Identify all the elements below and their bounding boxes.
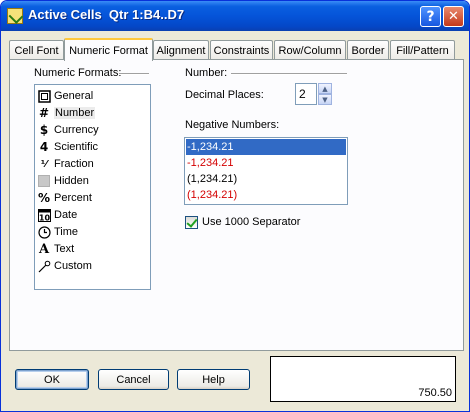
tab-row-column[interactable]: Row/Column	[274, 40, 346, 60]
format-item-time[interactable]: Time	[37, 224, 148, 240]
format-item-date[interactable]: 10 Date	[37, 207, 148, 223]
app-icon	[7, 8, 23, 24]
format-item-percent[interactable]: % Percent	[37, 190, 148, 206]
use-1000-separator-checkbox[interactable]	[185, 216, 198, 229]
cancel-button[interactable]: Cancel	[98, 369, 169, 390]
format-label: Percent	[54, 192, 92, 204]
format-label: Fraction	[54, 158, 94, 170]
format-item-currency[interactable]: $ Currency	[37, 122, 148, 138]
tab-numeric-format[interactable]: Numeric Format	[64, 38, 153, 61]
percent-icon: %	[37, 191, 51, 205]
format-label: Currency	[54, 124, 99, 136]
fraction-icon: ⅟	[40, 158, 48, 170]
format-label: Scientific	[54, 141, 99, 153]
format-item-general[interactable]: General	[37, 88, 148, 104]
negative-option[interactable]: (1,234.21)	[186, 187, 346, 203]
number-group-label: Number:	[185, 67, 228, 79]
numeric-formats-divider	[119, 73, 149, 75]
format-label: Text	[54, 243, 75, 255]
spin-down-icon[interactable]: ▼	[318, 94, 332, 105]
format-label: Date	[54, 209, 78, 221]
custom-icon	[37, 259, 51, 273]
negative-option[interactable]: (1,234.21)	[186, 171, 346, 187]
number-group-divider	[231, 73, 347, 75]
text-icon: A	[38, 241, 50, 257]
preview-value: 750.50	[418, 387, 452, 399]
active-cells-dialog: Active Cells Qtr 1:B4..D7 ? ✕ Cell Font …	[0, 0, 470, 412]
time-icon	[37, 225, 51, 239]
tab-fill-pattern[interactable]: Fill/Pattern	[390, 40, 455, 60]
decimal-places-input[interactable]: 2	[295, 83, 317, 105]
tab-constraints[interactable]: Constraints	[210, 40, 273, 60]
negative-option[interactable]: -1,234.21	[186, 139, 346, 155]
format-item-text[interactable]: A Text	[37, 241, 148, 257]
format-item-scientific[interactable]: 4 Scientific	[37, 139, 148, 155]
close-button[interactable]: ✕	[443, 6, 464, 27]
general-icon	[37, 89, 51, 103]
format-item-hidden[interactable]: Hidden	[37, 173, 148, 189]
decimal-places-spinner: ▲ ▼	[318, 83, 332, 105]
help-button[interactable]: Help	[177, 369, 250, 390]
format-item-custom[interactable]: Custom	[37, 258, 148, 274]
format-label: Time	[54, 226, 79, 238]
hidden-icon	[37, 174, 51, 188]
currency-icon: $	[39, 123, 49, 137]
numeric-formats-list[interactable]: General # Number $ Currency 4 Scientific…	[34, 84, 151, 290]
svg-text:10: 10	[38, 213, 50, 222]
negative-numbers-list[interactable]: -1,234.21 -1,234.21 (1,234.21) (1,234.21…	[184, 137, 348, 205]
format-label: Hidden	[54, 175, 89, 187]
window-title: Active Cells Qtr 1:B4..D7	[28, 7, 185, 22]
negative-numbers-label: Negative Numbers:	[185, 119, 280, 131]
decimal-places-label: Decimal Places:	[185, 89, 264, 101]
date-icon: 10	[37, 208, 51, 222]
format-preview: 750.50	[270, 356, 456, 402]
format-label: General	[54, 90, 94, 102]
tab-cell-font[interactable]: Cell Font	[9, 40, 64, 60]
numeric-formats-label: Numeric Formats:	[34, 67, 122, 79]
format-item-number[interactable]: # Number	[37, 105, 148, 121]
tab-alignment[interactable]: Alignment	[153, 40, 209, 60]
format-label: Custom	[54, 260, 92, 272]
format-item-fraction[interactable]: ⅟ Fraction	[37, 156, 148, 172]
scientific-icon: 4	[39, 140, 49, 154]
tab-border[interactable]: Border	[347, 40, 389, 60]
format-label: Number	[54, 107, 96, 119]
help-title-button[interactable]: ?	[420, 6, 441, 27]
title-bar[interactable]: Active Cells Qtr 1:B4..D7 ? ✕	[1, 1, 469, 31]
ok-button[interactable]: OK	[15, 369, 89, 390]
negative-option[interactable]: -1,234.21	[186, 155, 346, 171]
spin-up-icon[interactable]: ▲	[318, 83, 332, 94]
number-icon: #	[38, 106, 50, 120]
use-1000-separator-label[interactable]: Use 1000 Separator	[202, 216, 300, 228]
tab-strip: Cell Font Numeric Format Alignment Const…	[9, 38, 465, 61]
